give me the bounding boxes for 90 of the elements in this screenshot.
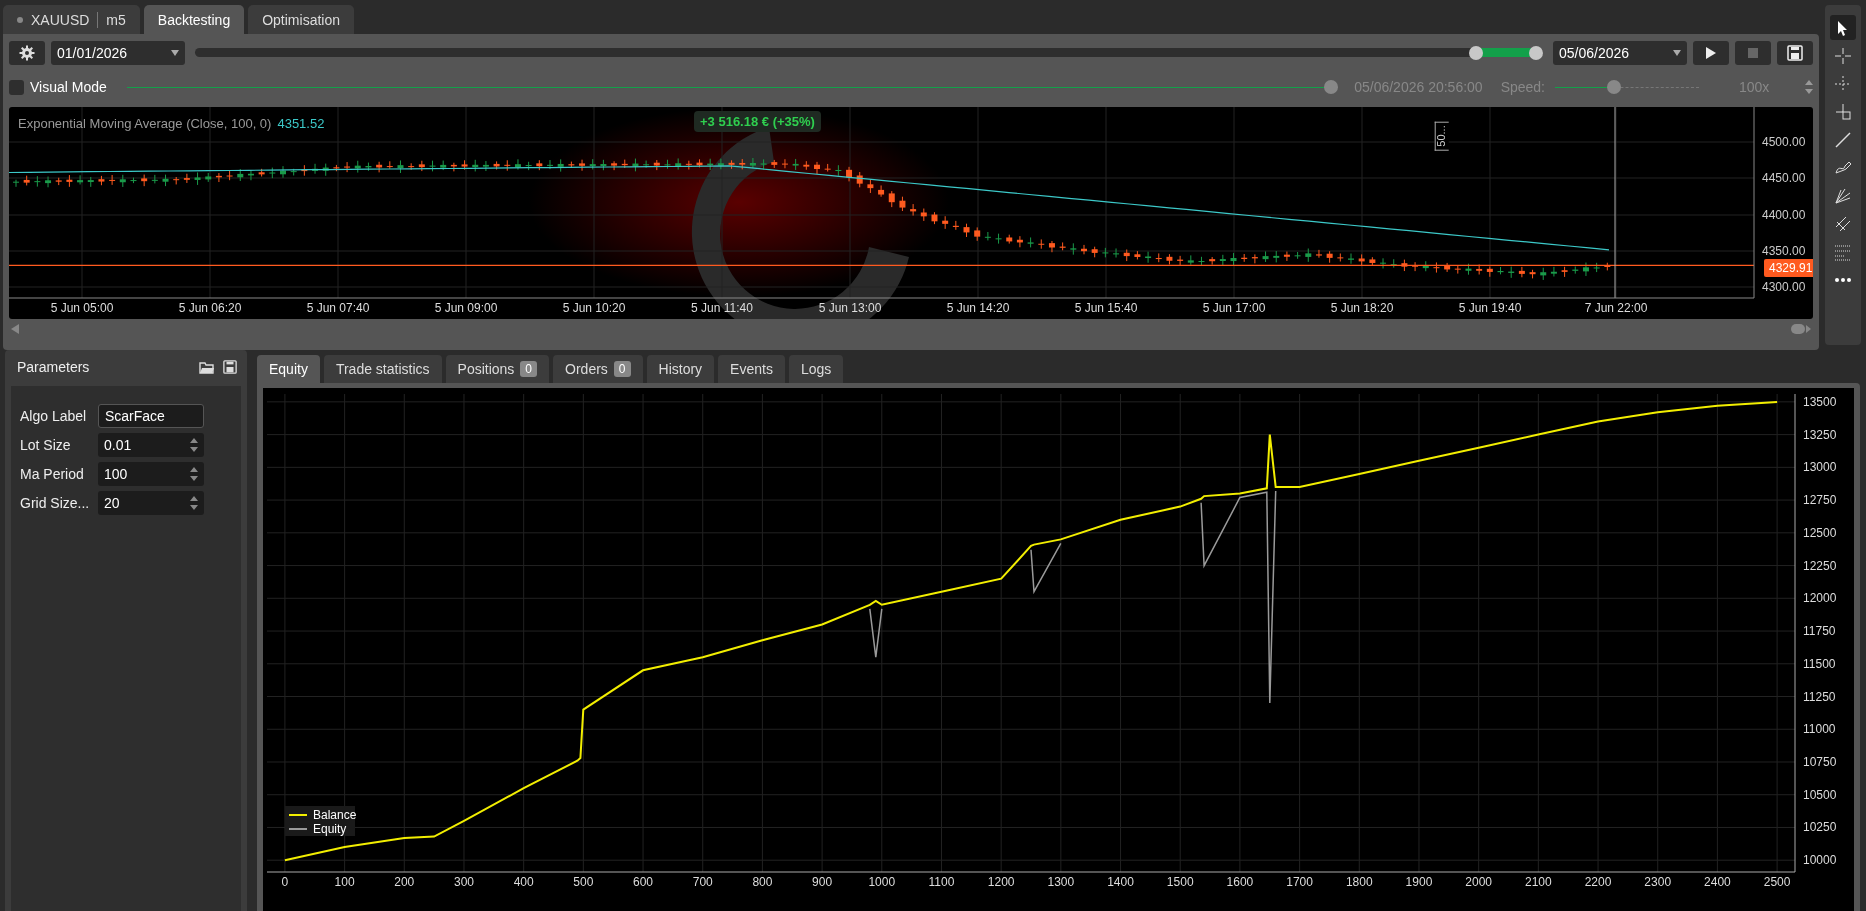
result-tab[interactable]: Equity: [257, 355, 320, 383]
symbol-tab[interactable]: XAUUSD m5: [3, 5, 140, 34]
x-axis-label: 1900: [1405, 875, 1433, 889]
x-axis-label: 100: [334, 875, 355, 889]
y-axis-label: 12000: [1803, 591, 1837, 606]
profit-badge: +3 516.18 € (+35%): [694, 111, 821, 132]
x-axis-label: 500: [573, 875, 594, 889]
x-axis-label: 1100: [928, 875, 955, 889]
result-tab[interactable]: Orders 0: [553, 355, 643, 383]
text-field[interactable]: ScarFace: [98, 404, 204, 428]
x-axis-label: 0: [281, 875, 289, 889]
result-tab[interactable]: Trade statistics: [323, 355, 442, 383]
result-tab[interactable]: Positions 0: [445, 355, 550, 383]
y-axis-label: 11750: [1803, 624, 1836, 639]
indicator-label: Exponential Moving Average (Close, 100, 0): [18, 116, 272, 131]
y-axis-label: 10250: [1803, 820, 1837, 835]
count-badge: 0: [520, 361, 538, 377]
end-date-field[interactable]: 05/06/2026: [1553, 41, 1687, 65]
price-axis-label: 4350.00: [1762, 243, 1806, 258]
number-field[interactable]: 0.01: [98, 433, 204, 457]
price-tag: 4329.91: [1764, 259, 1813, 277]
time-axis-label: 5 Jun 09:00: [434, 301, 498, 315]
x-axis-label: 200: [394, 875, 415, 889]
x-axis-label: 1600: [1226, 875, 1254, 889]
mode-tab[interactable]: Optimisation: [248, 5, 354, 34]
x-axis-label: 1000: [868, 875, 896, 889]
number-field[interactable]: 100: [98, 462, 204, 486]
y-axis-label: 10000: [1803, 853, 1837, 868]
time-axis-label: 5 Jun 07:40: [306, 301, 370, 315]
y-axis-label: 13500: [1803, 394, 1837, 409]
y-axis-label: 12500: [1803, 525, 1837, 540]
result-tab[interactable]: Logs: [788, 355, 844, 383]
result-tab[interactable]: History: [646, 355, 715, 383]
y-axis-label: 12750: [1803, 493, 1837, 508]
parameter-label: Grid Size...: [20, 495, 91, 511]
x-axis-label: 1500: [1166, 875, 1194, 889]
time-axis-label: 5 Jun 10:20: [562, 301, 626, 315]
x-axis-label: 900: [812, 875, 833, 889]
y-axis-label: 10750: [1803, 755, 1837, 769]
x-axis-label: 2300: [1644, 875, 1672, 889]
y-axis-label: 12250: [1803, 558, 1837, 573]
parameters-title: Parameters: [17, 359, 91, 375]
time-axis-label: 5 Jun 13:00: [818, 301, 882, 315]
number-field[interactable]: 20: [98, 491, 204, 515]
x-axis-label: 2200: [1584, 875, 1612, 889]
legend-label: Balance: [313, 808, 357, 822]
price-axis-label: 4400.00: [1762, 207, 1806, 222]
x-axis-label: 300: [453, 875, 474, 889]
mode-tab[interactable]: Backtesting: [143, 5, 245, 34]
y-axis-label: 10500: [1803, 787, 1837, 802]
x-axis-label: 2000: [1465, 875, 1492, 889]
y-axis-label: 13000: [1803, 460, 1837, 475]
time-axis-label: 5 Jun 06:20: [178, 301, 242, 315]
parameter-label: Algo Label: [20, 408, 88, 424]
time-axis-label: 5 Jun 15:40: [1074, 301, 1138, 315]
legend-label: Equity: [313, 822, 347, 836]
y-axis-label: 11250: [1803, 689, 1836, 704]
x-axis-label: 1400: [1107, 875, 1134, 889]
price-axis-label: 4300.00: [1762, 280, 1806, 294]
parameter-label: Lot Size: [20, 437, 72, 453]
time-axis-label: 7 Jun 22:00: [1584, 301, 1648, 315]
time-axis-label: 5 Jun 11:40: [691, 301, 753, 315]
result-tab[interactable]: Events: [718, 355, 785, 383]
x-axis-label: 700: [692, 875, 713, 889]
x-axis-label: 400: [513, 875, 534, 889]
y-axis-label: 11000: [1803, 722, 1836, 737]
start-date-field[interactable]: 01/01/2026: [51, 41, 185, 65]
bars-label: 50...: [1434, 121, 1449, 151]
x-axis-label: 1300: [1047, 875, 1075, 889]
y-axis-label: 13250: [1803, 427, 1837, 442]
x-axis-label: 2100: [1525, 875, 1552, 889]
indicator-value: 4351.52: [277, 116, 325, 131]
x-axis-label: 2500: [1763, 875, 1791, 889]
x-axis-label: 2400: [1704, 875, 1731, 889]
price-axis-label: 4450.00: [1762, 171, 1806, 186]
x-axis-label: 1700: [1286, 875, 1313, 889]
time-axis-label: 5 Jun 19:40: [1458, 301, 1522, 315]
y-axis-label: 11500: [1803, 656, 1836, 671]
x-axis-label: 800: [752, 875, 773, 889]
visual-mode-label: Visual Mode: [30, 79, 107, 95]
x-axis-label: 1800: [1345, 875, 1373, 889]
count-badge: 0: [613, 361, 631, 377]
time-axis-label: 5 Jun 18:20: [1330, 301, 1394, 315]
x-axis-label: 1200: [987, 875, 1015, 889]
time-axis-label: 5 Jun 17:00: [1202, 301, 1266, 315]
time-axis-label: 5 Jun 05:00: [50, 301, 114, 315]
parameter-label: Ma Period: [20, 466, 85, 482]
price-axis-label: 4500.00: [1762, 135, 1806, 149]
x-axis-label: 600: [633, 875, 654, 889]
time-axis-label: 5 Jun 14:20: [946, 301, 1010, 315]
